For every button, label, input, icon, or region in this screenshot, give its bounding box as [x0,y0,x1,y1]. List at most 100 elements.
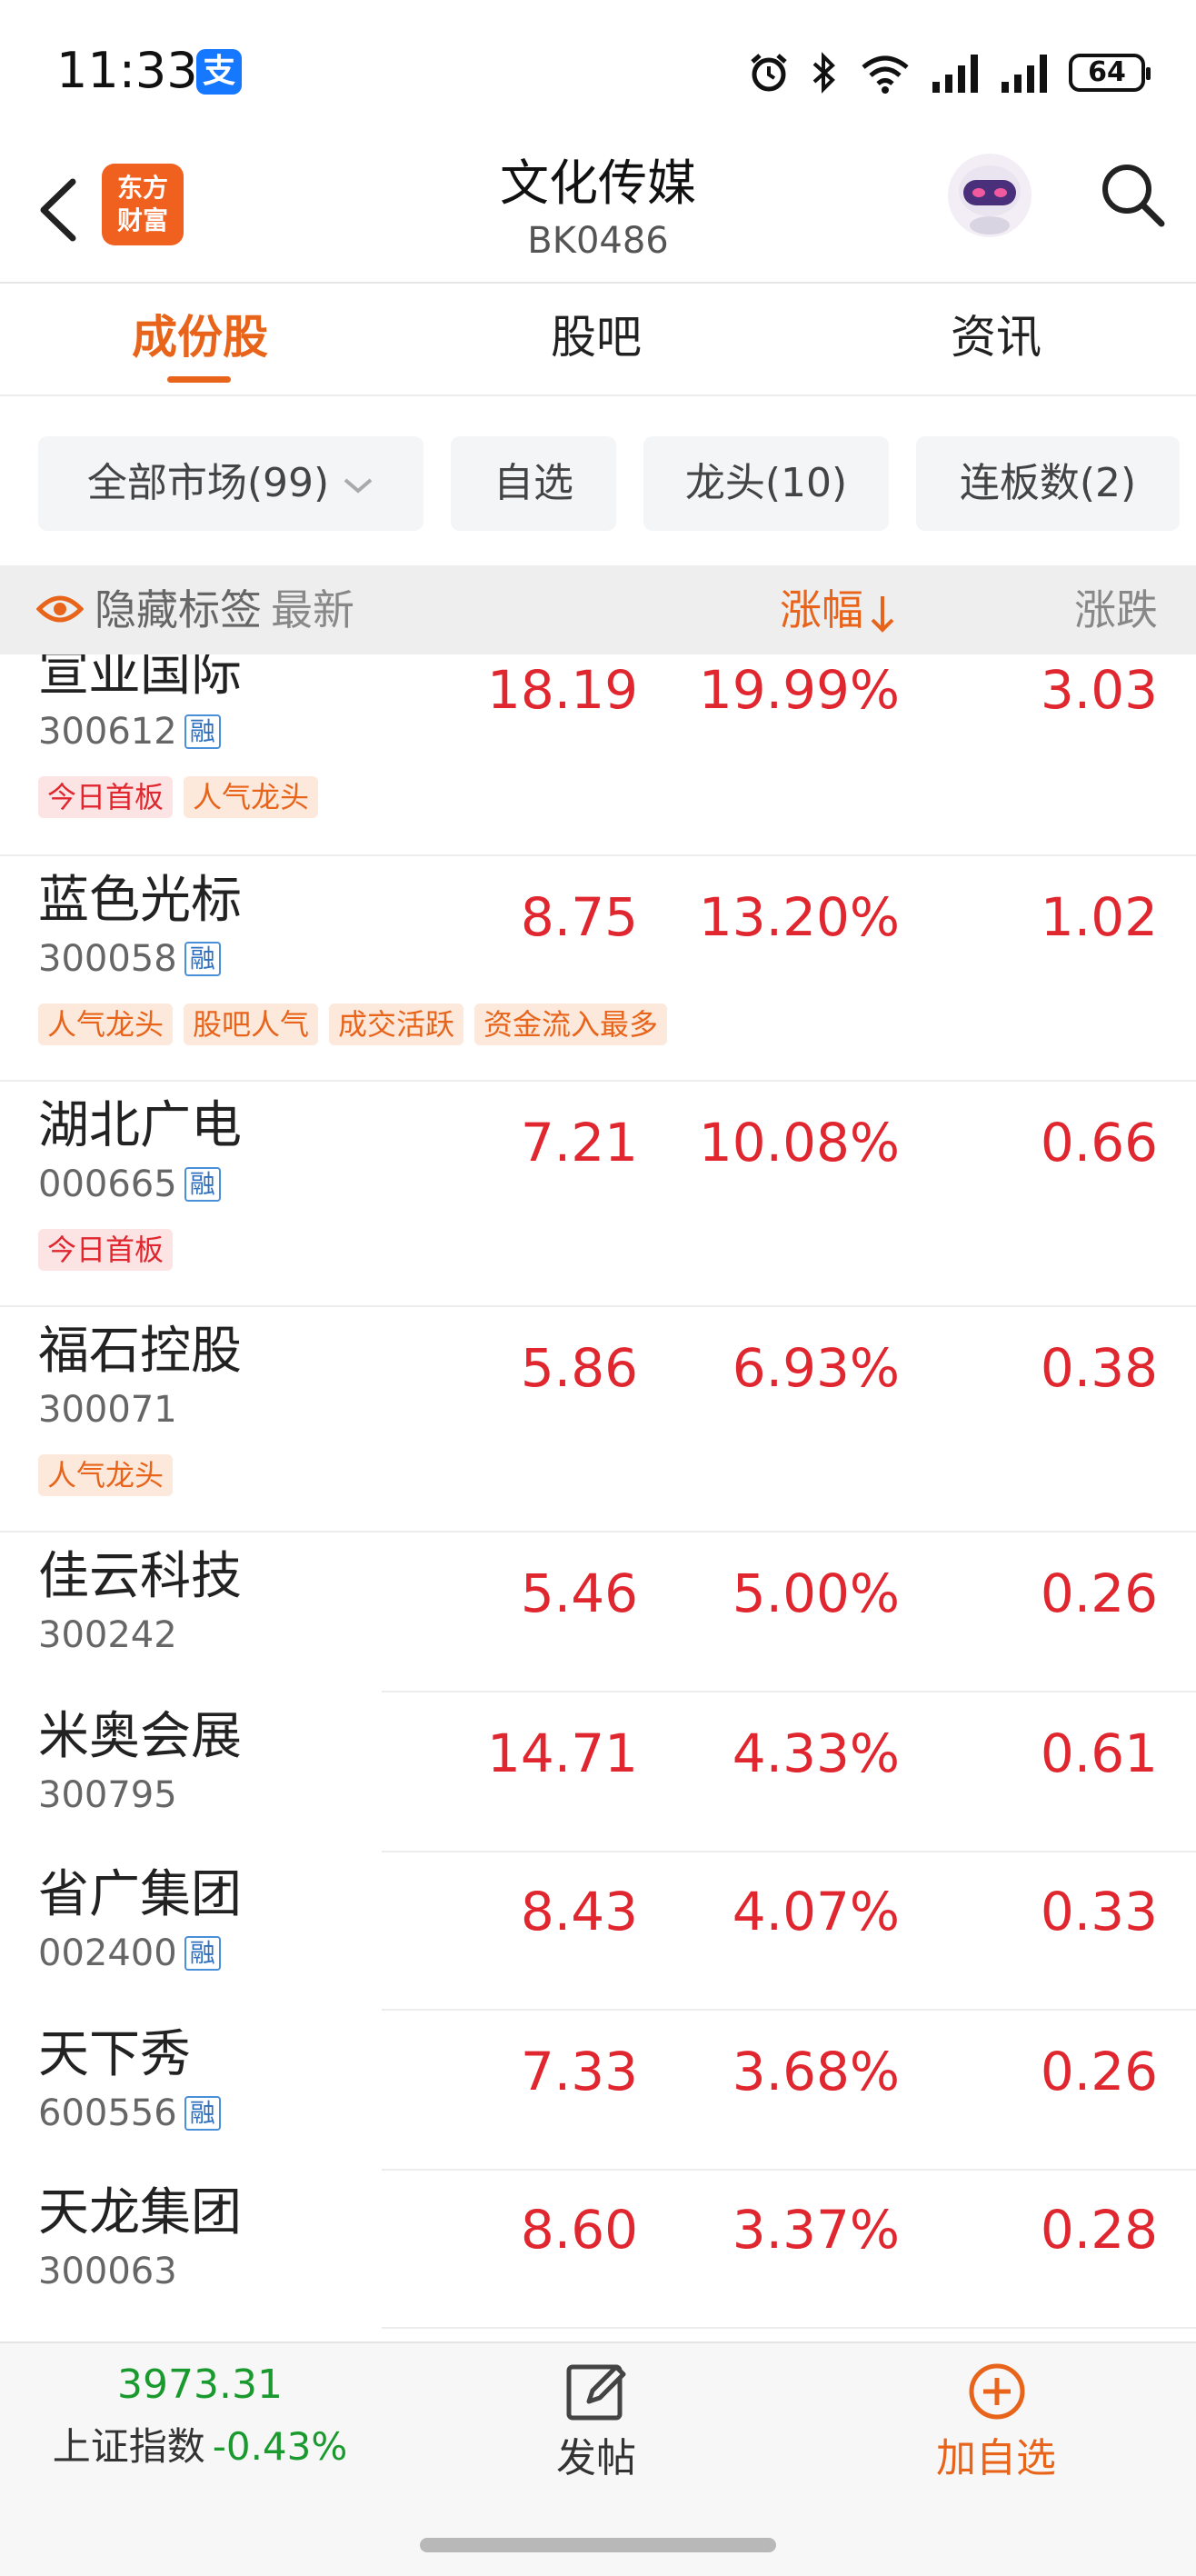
price-change: 3.03 [1040,659,1158,721]
stock-code: 300063 [38,2249,177,2294]
row-divider [382,2327,1196,2329]
row-divider [0,1080,1196,1082]
column-latest[interactable]: 最新 [271,565,354,654]
latest-price: 8.43 [520,1881,638,1942]
pct-change: 4.07% [732,1881,900,1942]
pct-change: 5.00% [732,1563,900,1624]
stock-row[interactable]: 蓝色光标 300058 融 8.75 13.20% 1.02 人气龙头 股吧人气 … [0,869,1196,1094]
pct-change: 3.37% [732,2199,900,2261]
stock-row[interactable]: 湖北广电 000665 融 7.21 10.08% 0.66 今日首板 [0,1094,1196,1320]
column-pct-change[interactable]: 涨幅 [780,565,896,654]
battery-icon: 64 [1069,54,1151,92]
robot-assistant-icon[interactable] [942,147,1038,244]
latest-price: 7.21 [520,1112,638,1173]
price-change: 0.26 [1040,1563,1158,1624]
price-change: 1.02 [1040,886,1158,948]
tag: 成交活跃 [329,1003,464,1045]
stock-code-text: 300612 [38,711,177,753]
stock-code: 300242 [38,1612,177,1658]
post-label: 发帖 [556,2435,636,2481]
signal-icon-2 [1002,55,1047,93]
index-pct: -0.43% [212,2424,348,2469]
index-value: 3973.31 [117,2361,283,2408]
stock-code-text: 300795 [38,1774,177,1816]
tab-news[interactable]: 资讯 [860,284,1132,394]
filter-consecutive-limit[interactable]: 连板数(2) [916,436,1180,531]
price-change: 0.28 [1040,2199,1158,2261]
system-icons: 64 [747,47,1151,98]
market-filter-dropdown[interactable]: 全部市场(99) [38,436,424,531]
tag: 资金流入最多 [474,1003,668,1045]
board-code: BK0486 [527,220,669,262]
stock-row[interactable]: 福石控股 300071 5.86 6.93% 0.38 人气龙头 [0,1320,1196,1545]
clock: 11:33 [56,42,198,99]
filter-leaders[interactable]: 龙头(10) [643,436,889,531]
index-name: 上证指数 [52,2424,205,2469]
stock-code: 300795 [38,1772,177,1818]
sort-desc-icon [871,595,894,633]
tag-list: 今日首板 [38,1229,174,1271]
stock-name: 省广集团 [38,1865,242,1924]
tag: 今日首板 [38,1229,174,1271]
tab-guba[interactable]: 股吧 [460,284,733,394]
stock-row[interactable]: 省广集团 002400 融 8.43 4.07% 0.33 [0,1863,1196,2022]
filter-bar: 全部市场(99) 自选 龙头(10) 连板数(2) [0,394,1196,564]
stock-name: 天下秀 [38,2025,191,2084]
price-change: 0.61 [1040,1722,1158,1784]
status-bar: 11:33 支 64 [0,0,1196,136]
stock-code: 002400 融 [38,1931,221,1976]
wifi-icon [862,55,909,94]
stock-row[interactable]: 天龙集团 300063 8.60 3.37% 0.28 [0,2182,1196,2340]
bluetooth-icon [812,52,835,94]
latest-price: 7.33 [520,2041,638,2102]
tag: 人气龙头 [38,1003,174,1045]
tag: 人气龙头 [38,1454,174,1496]
margin-badge: 融 [184,942,221,976]
eastmoney-logo: 东方 财富 [102,164,184,245]
hide-tags-toggle[interactable]: 隐藏标签 [95,565,262,654]
stock-code-text: 002400 [38,1932,177,1974]
column-pct-label: 涨幅 [780,585,863,634]
stock-code-text: 000665 [38,1163,177,1205]
stock-row[interactable]: 米奥会展 300795 14.71 4.33% 0.61 [0,1705,1196,1863]
pct-change: 3.68% [732,2041,900,2102]
stock-row[interactable]: 佳云科技 300242 5.46 5.00% 0.26 [0,1545,1196,1703]
stock-code: 300071 [38,1387,177,1433]
add-watchlist-label: 加自选 [936,2435,1056,2481]
column-header: 隐藏标签 最新 涨幅 涨跌 [0,565,1196,654]
back-arrow-icon[interactable] [33,169,87,251]
tab-bar: 成份股 股吧 资讯 [0,284,1196,396]
home-indicator[interactable] [420,2538,776,2552]
tag-list: 人气龙头 股吧人气 成交活跃 资金流入最多 [38,1003,668,1045]
filter-watchlist[interactable]: 自选 [451,436,616,531]
tag: 股吧人气 [184,1003,319,1045]
stock-code: 300612 融 [38,709,221,754]
stock-code: 600556 融 [38,2091,221,2136]
page-title: 文化传媒 [500,155,696,212]
index-line: 上证指数 -0.43% [0,2416,400,2471]
stock-row[interactable]: 天下秀 600556 融 7.33 3.68% 0.26 [0,2023,1196,2182]
market-filter-label: 全部市场(99) [86,460,330,506]
alarm-icon [751,54,787,92]
row-divider [382,2169,1196,2171]
search-icon[interactable] [1096,158,1169,231]
stock-name: 湖北广电 [38,1096,242,1155]
price-change: 0.66 [1040,1112,1158,1173]
row-divider [382,2009,1196,2011]
pct-change: 4.33% [732,1722,900,1784]
pct-change: 19.99% [698,659,900,721]
stock-code: 000665 融 [38,1162,221,1207]
stock-code-text: 300242 [38,1614,177,1656]
stock-code-text: 600556 [38,2092,177,2134]
column-change[interactable]: 涨跌 [1074,565,1158,654]
latest-price: 18.19 [486,659,638,721]
eye-icon[interactable] [36,593,84,625]
tag: 人气龙头 [184,776,319,818]
latest-price: 14.71 [486,1722,638,1784]
chevron-down-icon [344,478,373,494]
stock-row[interactable]: 宣亚国际 300612 融 18.19 19.99% 3.03 今日首板 人气龙头 [0,654,1196,874]
edit-icon [566,2364,626,2421]
tag-list: 今日首板 人气龙头 [38,776,319,818]
logo-line2: 财富 [116,205,168,235]
stock-code: 300058 融 [38,936,221,982]
